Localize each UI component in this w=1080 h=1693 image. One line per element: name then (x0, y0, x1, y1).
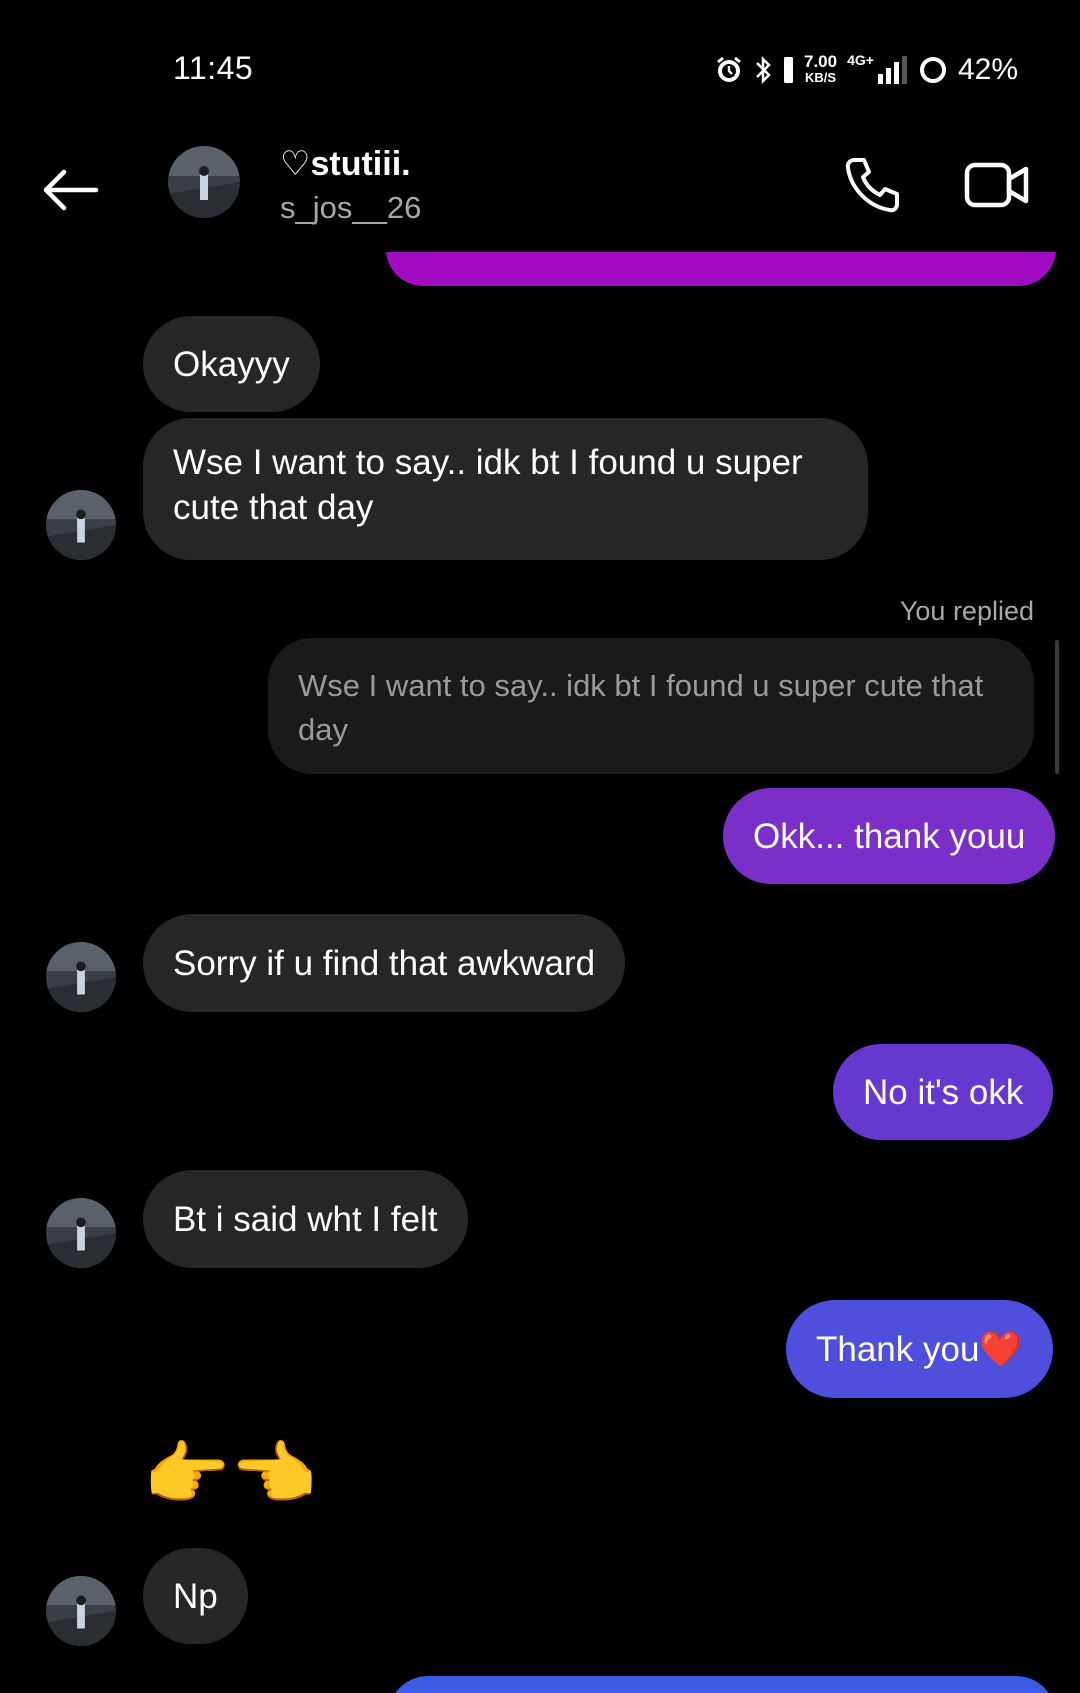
outgoing-message[interactable]: No it's okk (833, 1044, 1054, 1140)
reply-quote-text: Wse I want to say.. idk bt I found u sup… (298, 668, 984, 747)
contact-username[interactable]: s_jos__26 (280, 190, 421, 226)
battery-ring-icon (918, 55, 948, 85)
voice-call-button[interactable] (838, 150, 908, 220)
incoming-message[interactable]: Okayyy (143, 316, 320, 412)
battery-percent: 42% (957, 53, 1018, 86)
reply-quote[interactable]: Wse I want to say.. idk bt I found u sup… (268, 638, 1034, 774)
incoming-message[interactable]: Bt i said wht I felt (143, 1170, 468, 1268)
outgoing-message[interactable]: Okk... thank youu (723, 788, 1056, 884)
outgoing-message[interactable]: Thank you❤️ (786, 1300, 1054, 1398)
video-call-button[interactable] (962, 150, 1032, 220)
message-thread[interactable]: Okayyy Wse I want to say.. idk bt I foun… (0, 212, 1080, 1693)
message-text: Sorry if u find that awkward (173, 943, 596, 983)
sender-avatar[interactable] (46, 942, 116, 1012)
status-icons: 7.00 KB/S 4G+ 42% (714, 50, 1018, 90)
replied-label: You replied (899, 596, 1034, 626)
reply-quote-bar (1055, 640, 1059, 774)
status-bar: 11:45 7.00 KB/S 4G+ 42% (0, 0, 1080, 120)
emoji-message[interactable]: 👉👈 (143, 1434, 317, 1514)
bluetooth-icon (754, 54, 774, 86)
battery-saver-icon (784, 57, 794, 83)
video-camera-icon (964, 162, 1029, 208)
back-button[interactable] (38, 158, 102, 222)
message-text: No it's okk (863, 1072, 1024, 1112)
message-text: Okk... thank youu (753, 816, 1026, 856)
message-text: Thank you❤️ (816, 1329, 1024, 1369)
header-avatar[interactable] (168, 146, 240, 218)
network-speed-value: 7.00 (804, 52, 838, 71)
sender-avatar[interactable] (46, 490, 116, 560)
network-speed-unit: KB/S (805, 70, 837, 85)
message-text: Np (173, 1576, 218, 1616)
status-time: 11:45 (173, 50, 254, 86)
message-text: Wse I want to say.. idk bt I found u sup… (173, 443, 803, 527)
alarm-icon (714, 55, 744, 85)
back-arrow-icon (43, 169, 99, 211)
sender-avatar[interactable] (46, 1198, 116, 1268)
chat-header: ♡stutiii. s_jos__26 (0, 120, 1080, 252)
message-text: Bt i said wht I felt (173, 1199, 438, 1239)
message-text: Okayyy (173, 344, 290, 384)
phone-icon (845, 158, 899, 213)
outgoing-message-cropped[interactable] (388, 1676, 1056, 1693)
message-text: 👉👈 (143, 1435, 318, 1513)
sender-avatar[interactable] (46, 1576, 116, 1646)
contact-display-name[interactable]: ♡stutiii. (280, 144, 411, 184)
incoming-message[interactable]: Wse I want to say.. idk bt I found u sup… (143, 418, 868, 560)
incoming-message[interactable]: Np (143, 1548, 248, 1644)
network-speed: 7.00 KB/S (804, 52, 838, 86)
signal-icon (877, 56, 908, 84)
incoming-message[interactable]: Sorry if u find that awkward (143, 914, 626, 1012)
network-type: 4G+ (847, 52, 874, 68)
